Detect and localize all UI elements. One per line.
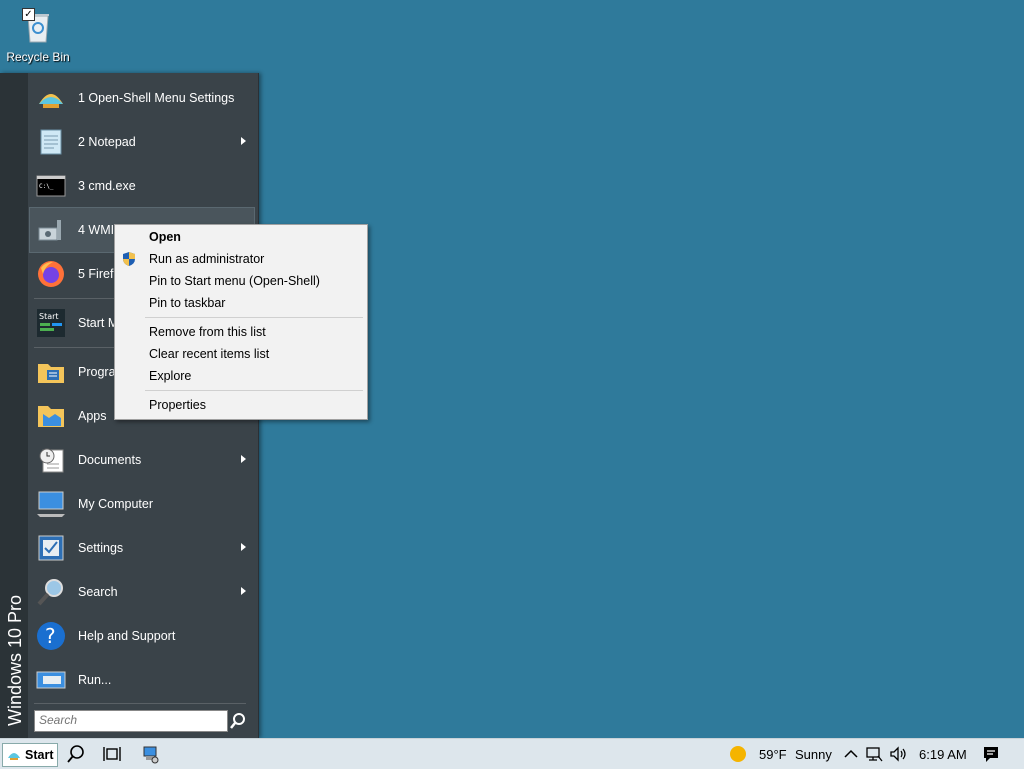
computer-icon [37, 491, 65, 517]
submenu-arrow-icon [241, 455, 246, 463]
context-menu: Open Run as administrator Pin to Start m… [114, 224, 368, 420]
network-app-icon[interactable] [140, 744, 160, 764]
programs-icon [38, 364, 64, 383]
network-icon[interactable] [864, 744, 884, 764]
weather-description[interactable]: Sunny [795, 747, 832, 762]
context-item-clear-recent[interactable]: Clear recent items list [115, 343, 367, 365]
documents-icon [39, 448, 64, 473]
recycle-bin-desktop-icon[interactable]: ✓ Recycle Bin [4, 4, 72, 64]
context-item-open[interactable]: Open [115, 226, 367, 248]
volume-icon[interactable] [888, 744, 908, 764]
context-item-properties[interactable]: Properties [115, 394, 367, 416]
start-menu-side-banner: Windows 10 Pro [0, 73, 28, 738]
start-shell-icon [8, 753, 20, 760]
notepad-icon [40, 129, 62, 155]
submenu-arrow-icon [241, 137, 246, 145]
start-menu-icon: Start [37, 309, 65, 337]
context-item-run-as-administrator[interactable]: Run as administrator [115, 248, 367, 270]
svg-text:?: ? [45, 624, 56, 648]
menu-item-settings[interactable]: Settings [30, 526, 254, 570]
context-separator [145, 317, 363, 318]
task-view-icon[interactable] [102, 744, 122, 764]
menu-item-documents[interactable]: Documents [30, 438, 254, 482]
search-icon [37, 579, 63, 606]
apps-folder-icon [38, 406, 64, 427]
firefox-icon [38, 261, 64, 287]
menu-item-cmd[interactable]: C:\_ 3 cmd.exe [30, 164, 254, 208]
menu-item-my-computer[interactable]: My Computer [30, 482, 254, 526]
context-separator [145, 390, 363, 391]
settings-icon [38, 535, 64, 561]
search-button-icon[interactable] [229, 712, 247, 730]
notifications-icon[interactable] [981, 744, 1001, 764]
menu-item-search[interactable]: Search [30, 570, 254, 614]
menu-item-run[interactable]: Run... [30, 658, 254, 702]
menu-item-notepad[interactable]: 2 Notepad [30, 120, 254, 164]
svg-text:Start: Start [39, 312, 59, 321]
weather-temperature[interactable]: 59°F [759, 747, 787, 762]
start-search-box[interactable] [34, 710, 229, 732]
submenu-arrow-icon [241, 587, 246, 595]
sun-weather-icon[interactable] [728, 744, 748, 764]
open-shell-icon [39, 94, 63, 108]
clock[interactable]: 6:19 AM [919, 747, 967, 762]
context-item-explore[interactable]: Explore [115, 365, 367, 387]
svg-text:C:\_: C:\_ [39, 183, 54, 190]
menu-item-help-and-support[interactable]: ? Help and Support [30, 614, 254, 658]
search-icon[interactable] [66, 744, 86, 764]
uac-shield-icon [123, 252, 135, 266]
context-item-pin-to-taskbar[interactable]: Pin to taskbar [115, 292, 367, 314]
run-icon [36, 671, 66, 689]
menu-item-open-shell-settings[interactable]: 1 Open-Shell Menu Settings [30, 76, 254, 120]
chevron-up-icon[interactable] [841, 744, 861, 764]
start-button[interactable]: Start [2, 743, 58, 767]
wmic-icon [38, 220, 61, 241]
recycle-bin-label: Recycle Bin [6, 50, 70, 64]
context-item-remove-from-list[interactable]: Remove from this list [115, 321, 367, 343]
cmd-icon: C:\_ [36, 175, 66, 197]
side-banner-label: Windows 10 Pro [5, 594, 25, 726]
submenu-arrow-icon [241, 543, 246, 551]
taskbar: Start 59°F Sunny 6:19 AM [0, 738, 1024, 769]
selection-checkbox[interactable]: ✓ [22, 8, 35, 21]
context-item-pin-to-start[interactable]: Pin to Start menu (Open-Shell) [115, 270, 367, 292]
search-separator [34, 703, 246, 704]
help-icon: ? [37, 622, 65, 650]
start-search-input[interactable] [35, 711, 229, 729]
